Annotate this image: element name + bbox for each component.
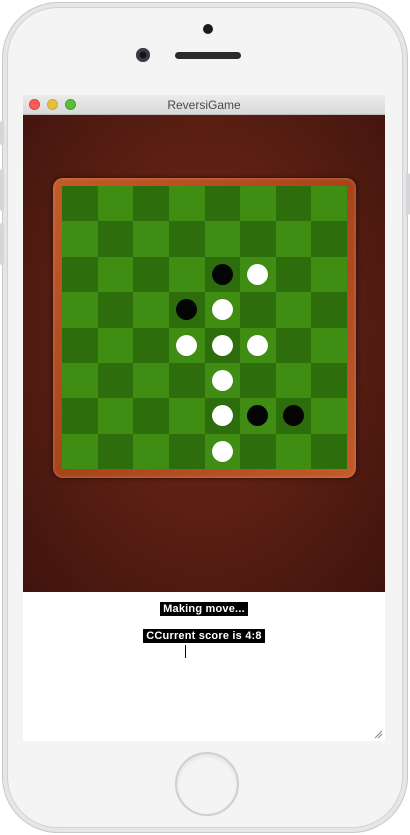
board-cell[interactable] [168, 256, 205, 293]
game-area [23, 115, 385, 592]
board-cell[interactable] [168, 362, 205, 399]
board-cell[interactable] [62, 256, 98, 293]
reversi-board[interactable] [62, 186, 347, 469]
board-cell[interactable] [240, 362, 276, 399]
board-cell[interactable] [97, 186, 134, 222]
board-cell[interactable] [311, 398, 347, 434]
board-cell[interactable] [204, 256, 241, 293]
board-cell[interactable] [62, 221, 98, 257]
board-cell[interactable] [133, 398, 169, 434]
board-frame [53, 178, 356, 478]
white-disc [211, 370, 233, 392]
board-cell[interactable] [311, 433, 347, 469]
board-cell[interactable] [311, 256, 347, 293]
board-cell[interactable] [240, 292, 276, 328]
board-cell[interactable] [62, 186, 98, 222]
board-cell[interactable] [275, 186, 312, 222]
board-cell[interactable] [275, 398, 312, 434]
board-cell[interactable] [133, 362, 169, 399]
white-disc [211, 405, 233, 427]
black-disc [247, 405, 269, 427]
window-title: ReversiGame [167, 98, 241, 112]
proximity-sensor [203, 24, 213, 34]
board-cell[interactable] [240, 186, 276, 222]
board-cell[interactable] [97, 221, 134, 257]
white-disc [176, 334, 198, 356]
white-disc [211, 299, 233, 321]
black-disc [176, 299, 198, 321]
app-window: ReversiGame Making move... CCurrent scor… [23, 95, 385, 741]
score-line: CCurrent score is 4:8 [23, 626, 385, 644]
board-cell[interactable] [275, 256, 312, 293]
board-cell[interactable] [311, 186, 347, 222]
board-cell[interactable] [168, 398, 205, 434]
board-cell[interactable] [168, 186, 205, 222]
board-cell[interactable] [133, 221, 169, 257]
board-cell[interactable] [133, 292, 169, 328]
board-cell[interactable] [311, 221, 347, 257]
board-cell[interactable] [311, 362, 347, 399]
board-cell[interactable] [204, 221, 241, 257]
board-cell[interactable] [133, 327, 169, 363]
power-button [406, 173, 410, 215]
board-cell[interactable] [240, 221, 276, 257]
board-cell[interactable] [62, 398, 98, 434]
board-cell[interactable] [168, 221, 205, 257]
status-message: Making move... [160, 602, 248, 616]
white-disc [247, 334, 269, 356]
title-bar[interactable]: ReversiGame [23, 95, 385, 115]
board-cell[interactable] [97, 398, 134, 434]
board-cell[interactable] [168, 433, 205, 469]
silent-switch [0, 121, 4, 145]
board-cell[interactable] [62, 327, 98, 363]
board-cell[interactable] [275, 327, 312, 363]
board-cell[interactable] [240, 433, 276, 469]
board-cell[interactable] [133, 256, 169, 293]
board-cell[interactable] [97, 327, 134, 363]
white-disc [211, 334, 233, 356]
board-cell[interactable] [204, 186, 241, 222]
board-cell[interactable] [240, 256, 276, 293]
board-cell[interactable] [275, 362, 312, 399]
board-cell[interactable] [204, 398, 241, 434]
board-cell[interactable] [204, 327, 241, 363]
board-cell[interactable] [275, 433, 312, 469]
volume-down-button [0, 223, 4, 265]
black-disc [211, 263, 233, 285]
front-camera-icon [136, 48, 150, 62]
board-cell[interactable] [133, 186, 169, 222]
board-cell[interactable] [168, 327, 205, 363]
home-button[interactable] [175, 752, 239, 816]
board-cell[interactable] [97, 256, 134, 293]
status-line: Making move... [23, 599, 385, 617]
board-cell[interactable] [240, 327, 276, 363]
score-text: CCurrent score is 4:8 [143, 629, 265, 643]
board-cell[interactable] [275, 221, 312, 257]
board-cell[interactable] [240, 398, 276, 434]
board-cell[interactable] [97, 292, 134, 328]
board-cell[interactable] [275, 292, 312, 328]
board-cell[interactable] [311, 292, 347, 328]
board-cell[interactable] [204, 292, 241, 328]
volume-up-button [0, 169, 4, 211]
board-cell[interactable] [97, 433, 134, 469]
white-disc [247, 263, 269, 285]
text-cursor [185, 645, 186, 658]
board-cell[interactable] [204, 362, 241, 399]
board-cell[interactable] [97, 362, 134, 399]
black-disc [283, 405, 305, 427]
white-disc [211, 440, 233, 462]
board-cell[interactable] [168, 292, 205, 328]
resize-grip-icon[interactable] [374, 730, 383, 739]
board-cell[interactable] [62, 433, 98, 469]
board-cell[interactable] [62, 292, 98, 328]
board-cell[interactable] [311, 327, 347, 363]
board-cell[interactable] [204, 433, 241, 469]
board-cell[interactable] [133, 433, 169, 469]
earpiece-speaker [175, 52, 241, 59]
board-cell[interactable] [62, 362, 98, 399]
